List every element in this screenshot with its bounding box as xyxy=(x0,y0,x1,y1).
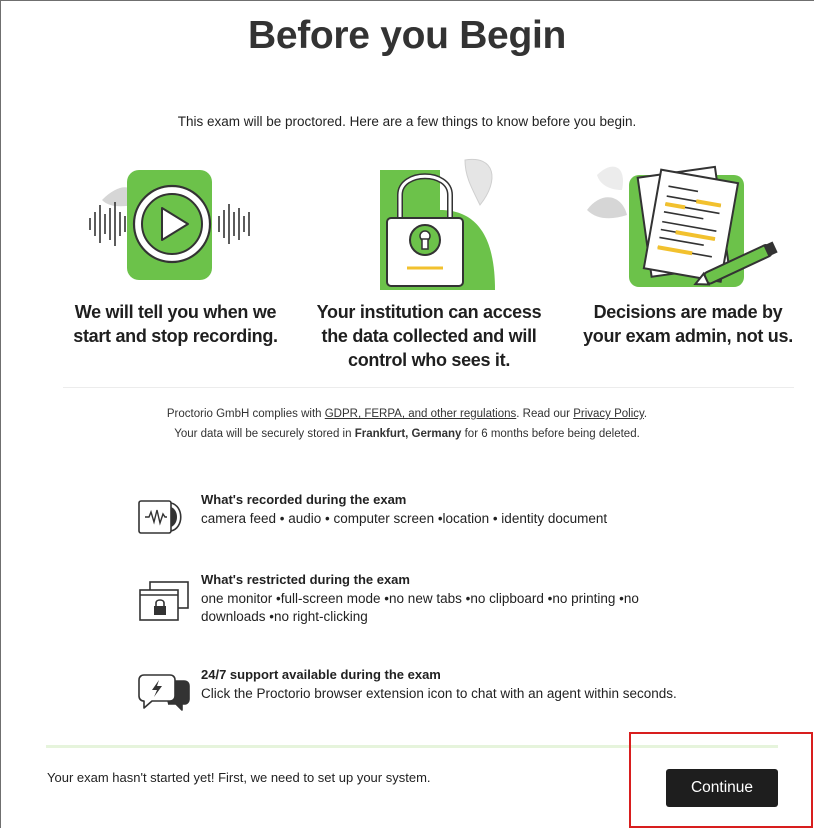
intro-text: This exam will be proctored. Here are a … xyxy=(177,114,637,129)
highlight-box xyxy=(629,732,813,828)
caption-line: your exam admin, not us. xyxy=(583,326,793,346)
locked-windows-icon xyxy=(138,572,190,627)
info-heading: What's restricted during the exam xyxy=(201,572,410,587)
chat-bolt-icon xyxy=(138,667,190,720)
info-body: camera feed • audio • computer screen •l… xyxy=(201,511,608,526)
caption-line: Your institution can access xyxy=(316,302,542,322)
feature-caption-recording: We will tell you when we start and stop … xyxy=(63,300,288,348)
privacy-policy-link[interactable]: Privacy Policy xyxy=(573,408,644,420)
info-heading: 24/7 support available during the exam xyxy=(201,667,441,682)
setup-status-text: Your exam hasn't started yet! First, we … xyxy=(47,770,431,785)
document-pen-icon xyxy=(582,150,792,290)
caption-line: Decisions are made by xyxy=(593,302,783,322)
caption-line: start and stop recording. xyxy=(73,326,278,346)
section-divider xyxy=(63,387,794,388)
recording-waveform-icon xyxy=(138,492,188,543)
legal-line-2: Your data will be securely stored in Fra… xyxy=(174,428,640,440)
caption-line: control who sees it. xyxy=(347,350,511,370)
caption-line: the data collected and will xyxy=(321,326,537,346)
storage-location: Frankfurt, Germany xyxy=(354,428,462,440)
info-heading: What's recorded during the exam xyxy=(201,492,407,507)
play-recording-icon xyxy=(82,150,262,290)
page-title: Before you Begin xyxy=(247,14,567,57)
info-body: one monitor •full-screen mode •no new ta… xyxy=(201,591,639,624)
regulations-link[interactable]: GDPR, FERPA, and other regulations xyxy=(325,408,517,420)
legal-notice: Proctorio GmbH complies with GDPR, FERPA… xyxy=(0,404,814,444)
legal-line-1: Proctorio GmbH complies with GDPR, FERPA… xyxy=(166,408,648,420)
info-body: Click the Proctorio browser extension ic… xyxy=(201,686,677,701)
caption-line: We will tell you when we xyxy=(74,302,277,322)
feature-caption-institution: Your institution can access the data col… xyxy=(300,300,558,372)
feature-caption-decisions: Decisions are made by your exam admin, n… xyxy=(573,300,803,348)
padlock-icon xyxy=(345,150,515,290)
